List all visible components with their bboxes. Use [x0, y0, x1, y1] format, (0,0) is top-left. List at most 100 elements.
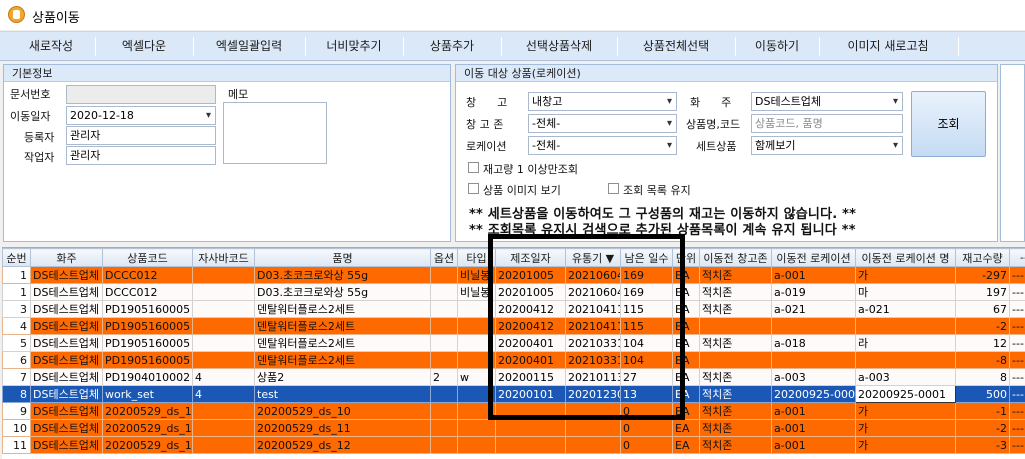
table-cell[interactable]: DS테스트업체: [30, 317, 103, 335]
table-cell[interactable]: PD1905160005: [102, 300, 193, 318]
column-header[interactable]: 이동전 창고존: [699, 248, 772, 267]
table-cell[interactable]: 가: [855, 402, 956, 420]
table-cell[interactable]: EA: [672, 317, 700, 335]
table-cell[interactable]: 덴탈워터플로스2세트: [254, 334, 431, 352]
table-cell[interactable]: [457, 385, 496, 403]
table-cell[interactable]: 0: [620, 436, 673, 454]
table-cell[interactable]: 5: [2, 334, 31, 352]
table-row[interactable]: 6 DS테스트업체 PD1905160005 덴탈워터플로스2세트 20200401 20…: [2, 351, 1025, 369]
add-product-button[interactable]: 상품추가: [406, 32, 498, 61]
table-cell[interactable]: D03.초코크로와상 55g: [254, 283, 431, 301]
keep-list-checkbox[interactable]: [608, 183, 619, 194]
table-cell[interactable]: 500: [955, 385, 1010, 403]
table-cell[interactable]: 덴탈워터플로스2세트: [254, 351, 431, 369]
table-cell[interactable]: ---: [1009, 351, 1025, 369]
table-cell[interactable]: [192, 402, 255, 420]
zone-select[interactable]: -전체-: [528, 114, 677, 133]
table-cell[interactable]: ---: [1009, 419, 1025, 437]
table-cell[interactable]: 104: [620, 351, 673, 369]
table-cell[interactable]: a-001: [771, 436, 856, 454]
table-cell[interactable]: EA: [672, 334, 700, 352]
worker-field[interactable]: 관리자: [66, 146, 216, 165]
table-cell[interactable]: [192, 283, 255, 301]
fit-width-button[interactable]: 너비맞추기: [308, 32, 400, 61]
product-search-input[interactable]: 상품코드, 품명: [751, 114, 903, 133]
table-cell[interactable]: 20200529_ds_11: [254, 419, 431, 437]
table-cell[interactable]: -1: [955, 402, 1010, 420]
table-cell[interactable]: [495, 419, 566, 437]
column-header[interactable]: 순번: [2, 248, 31, 267]
table-cell[interactable]: [430, 266, 458, 284]
table-cell[interactable]: [430, 300, 458, 318]
table-cell[interactable]: ---: [1009, 283, 1025, 301]
table-cell[interactable]: [771, 317, 856, 335]
table-cell[interactable]: 20200529_ds_11: [102, 419, 193, 437]
table-cell[interactable]: 20200101: [495, 385, 566, 403]
column-header[interactable]: ---: [1009, 248, 1025, 267]
table-cell[interactable]: [430, 351, 458, 369]
table-cell[interactable]: PD1905160005: [102, 317, 193, 335]
table-cell[interactable]: 0: [620, 419, 673, 437]
table-cell[interactable]: [192, 351, 255, 369]
table-cell[interactable]: 20210604: [565, 266, 621, 284]
table-cell[interactable]: EA: [672, 402, 700, 420]
table-cell[interactable]: 20210113: [565, 368, 621, 386]
table-row[interactable]: 1 DS테스트업체 DCCC012 D03.초코크로와상 55g 비닐봉 20201005…: [2, 283, 1025, 301]
table-cell[interactable]: 상품2: [254, 368, 431, 386]
show-image-checkbox[interactable]: [468, 183, 479, 194]
table-cell[interactable]: DS테스트업체: [30, 351, 103, 369]
table-cell[interactable]: 20200401: [495, 351, 566, 369]
table-cell[interactable]: 적치존: [699, 266, 772, 284]
table-cell[interactable]: [192, 300, 255, 318]
column-header[interactable]: 남은 일수: [620, 248, 673, 267]
table-cell[interactable]: -8: [955, 351, 1010, 369]
table-cell[interactable]: ---: [1009, 300, 1025, 318]
table-cell[interactable]: [192, 436, 255, 454]
table-cell[interactable]: 20201005: [495, 283, 566, 301]
search-button[interactable]: 조회: [911, 91, 986, 157]
select-all-button[interactable]: 상품전체선택: [620, 32, 732, 61]
column-header[interactable]: 제조일자: [495, 248, 566, 267]
table-cell[interactable]: [699, 317, 772, 335]
table-cell[interactable]: DS테스트업체: [30, 334, 103, 352]
table-cell[interactable]: 9: [2, 402, 31, 420]
table-cell[interactable]: a-003: [855, 368, 956, 386]
table-cell[interactable]: [430, 334, 458, 352]
table-row[interactable]: 7 DS테스트업체 PD1904010002 4 상품2 2 w 20200115 202101…: [2, 368, 1025, 386]
set-product-select[interactable]: 함께보기: [751, 136, 903, 155]
table-row[interactable]: 10 DS테스트업체 20200529_ds_11 20200529_ds_11 0 EA…: [2, 419, 1025, 437]
table-cell[interactable]: 4: [192, 368, 255, 386]
table-cell[interactable]: DCCC012: [102, 266, 193, 284]
table-cell[interactable]: [457, 317, 496, 335]
new-button[interactable]: 새로작성: [10, 32, 92, 61]
owner-select[interactable]: DS테스트업체: [751, 92, 903, 111]
table-cell[interactable]: 가: [855, 266, 956, 284]
table-cell[interactable]: [430, 385, 458, 403]
table-cell[interactable]: 적치존: [699, 419, 772, 437]
column-header[interactable]: 화주: [30, 248, 103, 267]
table-cell[interactable]: 7: [2, 368, 31, 386]
table-cell[interactable]: a-001: [771, 266, 856, 284]
table-cell[interactable]: EA: [672, 266, 700, 284]
column-header[interactable]: 유통기 ▼: [565, 248, 621, 267]
registrant-field[interactable]: 관리자: [66, 126, 216, 145]
move-button[interactable]: 이동하기: [738, 32, 816, 61]
table-cell[interactable]: 덴탈워터플로스2세트: [254, 300, 431, 318]
column-header[interactable]: 재고수량: [955, 248, 1010, 267]
table-cell[interactable]: 라: [855, 334, 956, 352]
table-cell[interactable]: 169: [620, 266, 673, 284]
location-select[interactable]: -전체-: [528, 136, 677, 155]
table-cell[interactable]: PD1904010002: [102, 368, 193, 386]
table-cell[interactable]: a-021: [771, 300, 856, 318]
table-cell[interactable]: DS테스트업체: [30, 283, 103, 301]
column-header[interactable]: 타입: [457, 248, 496, 267]
table-cell[interactable]: [430, 436, 458, 454]
table-row[interactable]: 3 DS테스트업체 PD1905160005 덴탈워터플로스2세트 20200412 20…: [2, 300, 1025, 318]
table-cell[interactable]: 가: [855, 436, 956, 454]
table-cell[interactable]: 1: [2, 283, 31, 301]
table-cell[interactable]: ---: [1009, 385, 1025, 403]
refresh-image-button[interactable]: 이미지 새로고침: [822, 32, 954, 61]
table-cell[interactable]: 적치존: [699, 334, 772, 352]
table-cell[interactable]: EA: [672, 368, 700, 386]
table-cell[interactable]: PD1905160005: [102, 351, 193, 369]
